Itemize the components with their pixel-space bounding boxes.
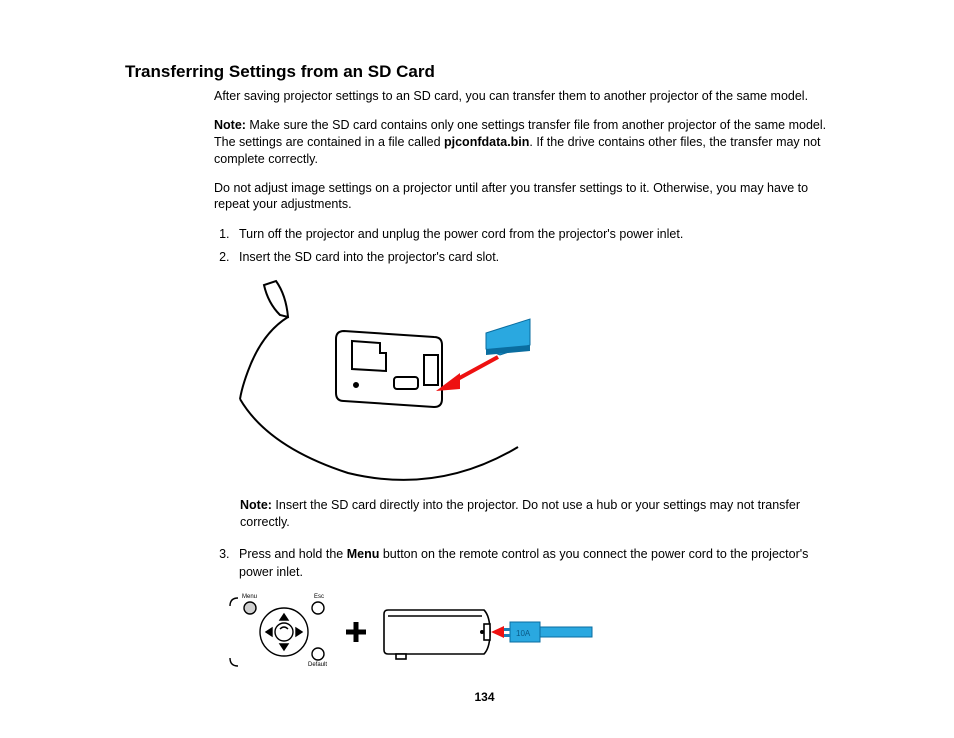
step-1: Turn off the projector and unplug the po… xyxy=(233,225,844,244)
step-3: Press and hold the Menu button on the re… xyxy=(233,545,844,583)
default-button-icon xyxy=(312,648,324,660)
warning-paragraph: Do not adjust image settings on a projec… xyxy=(214,180,844,214)
note-1: Note: Make sure the SD card contains onl… xyxy=(214,117,844,168)
figure-sd-card-slot xyxy=(228,277,844,487)
steps-list: Turn off the projector and unplug the po… xyxy=(214,225,844,267)
step-2: Insert the SD card into the projector's … xyxy=(233,248,844,267)
note-label: Note: xyxy=(240,498,272,512)
note-2-text: Insert the SD card directly into the pro… xyxy=(240,498,800,529)
insert-arrow-icon xyxy=(436,357,498,391)
svg-text:10A: 10A xyxy=(516,629,531,638)
power-plug-icon: 10A xyxy=(502,622,592,642)
plus-icon xyxy=(346,622,366,642)
sd-card-insert-illustration xyxy=(228,277,578,487)
menu-button-icon xyxy=(244,602,256,614)
intro-paragraph: After saving projector settings to an SD… xyxy=(214,88,844,105)
esc-label: Esc xyxy=(314,594,324,600)
menu-label: Menu xyxy=(242,594,257,600)
steps-list-cont: Press and hold the Menu button on the re… xyxy=(214,545,844,583)
remote-power-illustration: Menu Esc Default xyxy=(228,592,628,672)
note-label: Note: xyxy=(214,118,246,132)
figure-remote-and-power: Menu Esc Default xyxy=(228,592,844,672)
esc-button-icon xyxy=(312,602,324,614)
default-label: Default xyxy=(308,662,327,668)
sd-card-icon xyxy=(486,319,530,355)
step-3-text-a: Press and hold the xyxy=(239,547,347,561)
menu-button-name: Menu xyxy=(347,547,380,561)
page-number: 134 xyxy=(125,690,844,704)
note-2: Note: Insert the SD card directly into t… xyxy=(240,497,844,531)
plug-arrow-icon xyxy=(491,626,504,638)
page-title: Transferring Settings from an SD Card xyxy=(125,62,844,82)
settings-filename: pjconfdata.bin xyxy=(444,135,529,149)
